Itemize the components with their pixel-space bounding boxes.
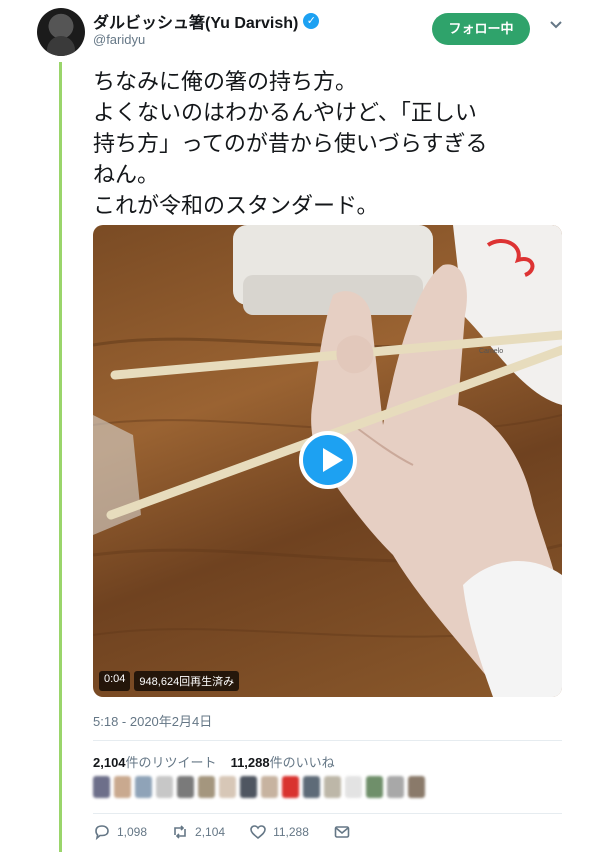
video-duration: 0:04 bbox=[99, 671, 131, 691]
video-views: 948,624回再生済み bbox=[134, 671, 240, 691]
heart-icon bbox=[250, 825, 266, 840]
retweet-count: 2,104 bbox=[195, 825, 226, 839]
liker-avatar[interactable] bbox=[366, 776, 383, 798]
liker-avatar[interactable] bbox=[345, 776, 362, 798]
retweet-button[interactable]: 2,104 bbox=[171, 823, 225, 841]
display-name[interactable]: ダルビッシュ箸(Yu Darvish) bbox=[93, 9, 298, 33]
retweets-stat-label: 件のリツイート bbox=[125, 755, 217, 770]
thread-line bbox=[59, 62, 62, 852]
liker-avatar[interactable] bbox=[198, 776, 215, 798]
liker-avatar[interactable] bbox=[114, 776, 131, 798]
tweet-line: これが令和のスタンダード。 bbox=[93, 193, 379, 218]
liker-avatar[interactable] bbox=[261, 776, 278, 798]
liker-avatar[interactable] bbox=[408, 776, 425, 798]
envelope-icon bbox=[334, 826, 350, 838]
likes-stat[interactable]: 11,288件のいいね bbox=[231, 752, 335, 771]
reply-count: 1,098 bbox=[117, 825, 148, 839]
chevron-down-icon[interactable] bbox=[548, 17, 564, 33]
retweet-icon bbox=[174, 825, 186, 839]
liker-avatar[interactable] bbox=[324, 776, 341, 798]
tweet-line: よくないのはわかるんやけど、「正しい bbox=[93, 100, 477, 125]
handle[interactable]: @faridyu bbox=[93, 32, 145, 47]
video-badges: 0:04 948,624回再生済み bbox=[99, 671, 240, 691]
likes-stat-label: 件のいいね bbox=[269, 755, 335, 770]
reply-button[interactable]: 1,098 bbox=[93, 823, 147, 841]
divider bbox=[93, 740, 562, 741]
tweet-line: ねん。 bbox=[93, 162, 160, 187]
tweet-line: 持ち方」ってのが昔から使いづらすぎる bbox=[93, 131, 488, 156]
reply-icon bbox=[95, 825, 109, 841]
tweet-text: ちなみに俺の箸の持ち方。 よくないのはわかるんやけど、「正しい 持ち方」ってのが… bbox=[93, 66, 573, 221]
follow-button[interactable]: フォロー中 bbox=[432, 13, 530, 45]
play-icon[interactable] bbox=[299, 431, 357, 489]
liker-avatar[interactable] bbox=[93, 776, 110, 798]
tweet-actions: 1,098 2,104 11,288 bbox=[93, 823, 367, 841]
liker-avatar[interactable] bbox=[135, 776, 152, 798]
like-count: 11,288 bbox=[273, 825, 309, 839]
engagement-stats: 2,104件のリツイート 11,288件のいいね bbox=[93, 752, 335, 771]
liker-avatar[interactable] bbox=[303, 776, 320, 798]
like-button[interactable]: 11,288 bbox=[249, 823, 309, 841]
avatar[interactable] bbox=[37, 8, 85, 56]
liker-avatar[interactable] bbox=[282, 776, 299, 798]
liker-avatars bbox=[93, 776, 425, 798]
liker-avatar[interactable] bbox=[240, 776, 257, 798]
verified-badge-icon: ✓ bbox=[303, 13, 320, 29]
liker-avatar[interactable] bbox=[219, 776, 236, 798]
chopstick-label: Camelo bbox=[479, 348, 503, 355]
liker-avatar[interactable] bbox=[177, 776, 194, 798]
tweet-timestamp[interactable]: 5:18 - 2020年2月4日 bbox=[93, 711, 212, 730]
video-player[interactable]: Camelo 0:04 948,624回再生済み bbox=[93, 225, 562, 697]
retweets-stat-count: 2,104 bbox=[93, 755, 126, 770]
message-button[interactable] bbox=[333, 823, 351, 841]
likes-stat-count: 11,288 bbox=[230, 755, 270, 770]
liker-avatar[interactable] bbox=[387, 776, 404, 798]
retweets-stat[interactable]: 2,104件のリツイート bbox=[93, 752, 217, 771]
author-row: ダルビッシュ箸(Yu Darvish) ✓ bbox=[93, 9, 320, 33]
divider bbox=[93, 813, 562, 814]
tweet-line: ちなみに俺の箸の持ち方。 bbox=[93, 69, 358, 94]
liker-avatar[interactable] bbox=[156, 776, 173, 798]
